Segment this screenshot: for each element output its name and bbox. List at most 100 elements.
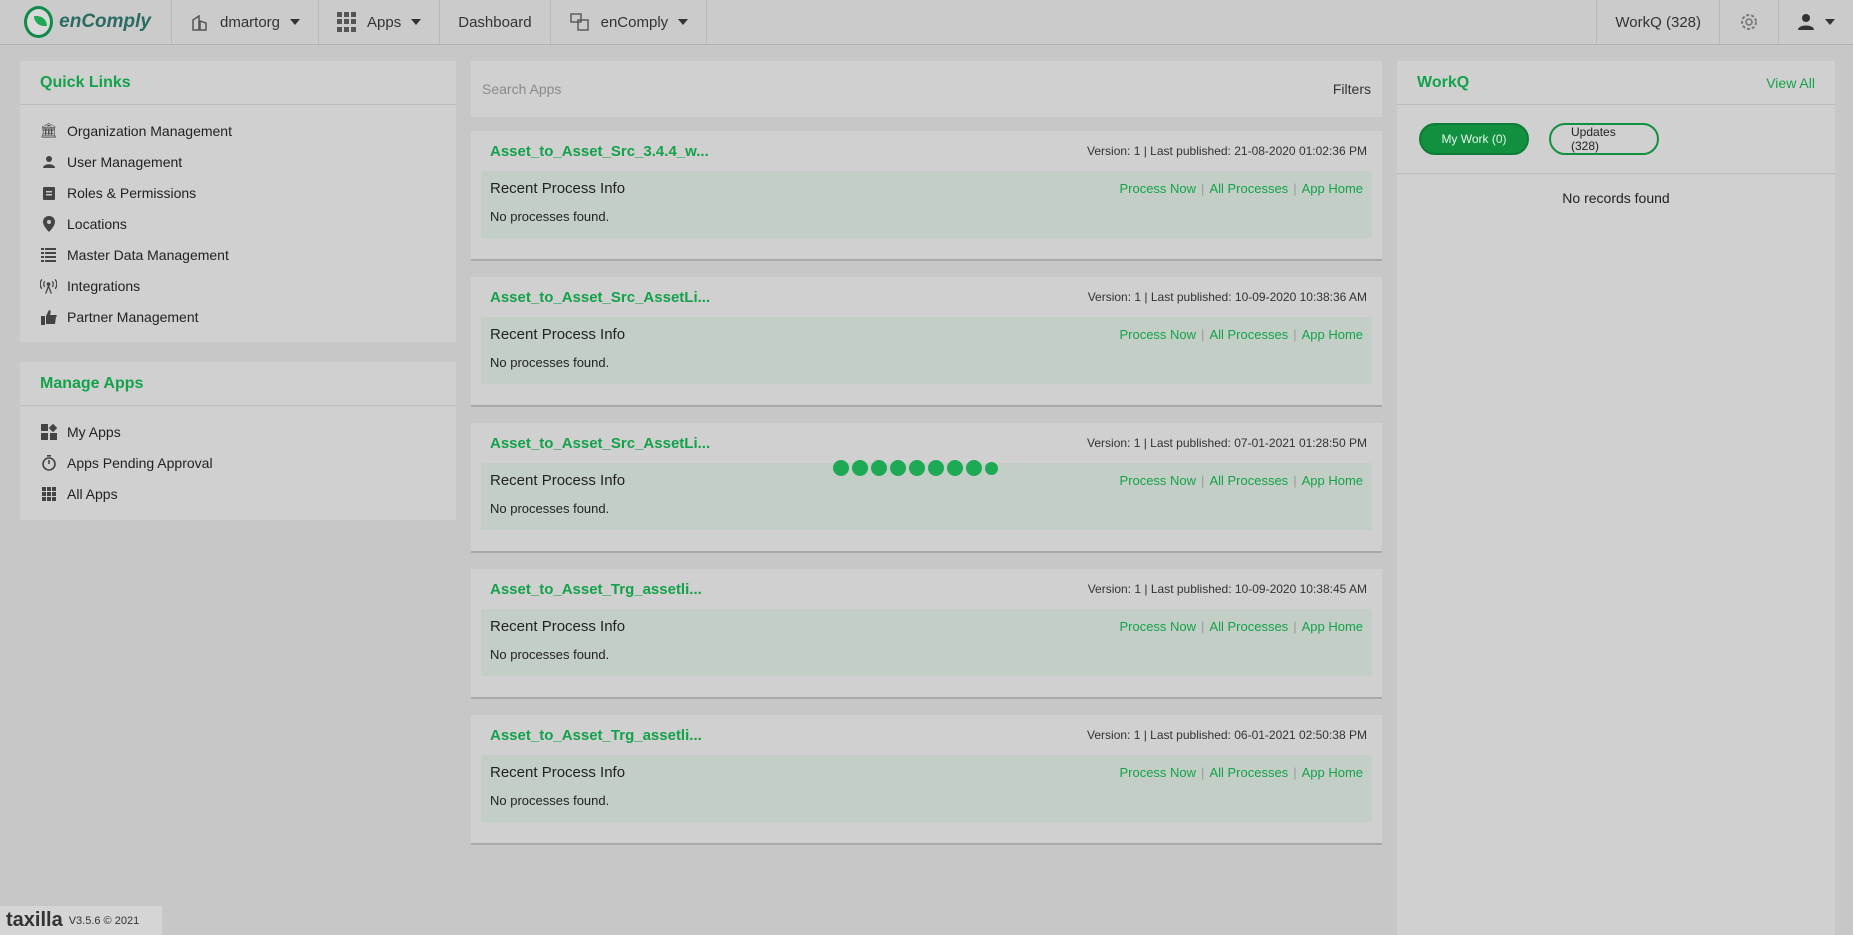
workq-link[interactable]: WorkQ (328): [1596, 0, 1719, 44]
app-card: Asset_to_Asset_Src_AssetLi... Version: 1…: [471, 277, 1382, 407]
manage-apps-label: Apps Pending Approval: [67, 454, 213, 471]
app-name-link[interactable]: Asset_to_Asset_Src_AssetLi...: [490, 435, 710, 452]
process-now-link[interactable]: Process Now: [1119, 181, 1196, 196]
manage-apps-my-apps[interactable]: My Apps: [20, 416, 456, 447]
loading-spinner: [833, 460, 998, 476]
no-processes-text: No processes found.: [490, 209, 610, 224]
top-navbar: enComply dmartorg Apps Dashboard enCompl…: [0, 0, 1853, 45]
apps-menu[interactable]: Apps: [319, 0, 441, 44]
recent-process-title: Recent Process Info: [490, 472, 626, 489]
settings-button[interactable]: [1719, 0, 1778, 44]
chevron-down-icon: [1825, 19, 1835, 25]
loading-dot: [985, 461, 998, 475]
footer: taxilla V3.5.6 © 2021: [0, 906, 162, 935]
quick-link-organization-management[interactable]: 🏛 Organization Management: [20, 115, 456, 146]
product-switcher[interactable]: enComply: [551, 0, 708, 44]
encomply-logo-icon: [24, 6, 54, 38]
app-home-link[interactable]: App Home: [1302, 619, 1363, 634]
filters-button[interactable]: Filters: [1333, 81, 1371, 97]
all-processes-link[interactable]: All Processes: [1209, 765, 1288, 780]
loading-dot: [833, 460, 849, 476]
separator: |: [1293, 765, 1297, 780]
manage-apps-label: My Apps: [67, 423, 121, 440]
manage-apps-all-apps[interactable]: All Apps: [20, 478, 456, 509]
loading-dot: [890, 460, 906, 476]
app-meta: Version: 1 | Last published: 07-01-2021 …: [1087, 436, 1367, 450]
app-name-link[interactable]: Asset_to_Asset_Src_3.4.4_w...: [490, 143, 709, 160]
all-processes-link[interactable]: All Processes: [1209, 327, 1288, 342]
dashboard-label: Dashboard: [458, 13, 532, 31]
app-home-link[interactable]: App Home: [1302, 327, 1363, 342]
taxilla-logo: taxilla: [6, 909, 63, 931]
loading-dot: [928, 460, 944, 476]
table-icon: [40, 246, 57, 263]
recent-process-title: Recent Process Info: [490, 764, 626, 781]
quick-link-locations[interactable]: Locations: [20, 208, 456, 239]
org-switcher[interactable]: dmartorg: [172, 0, 320, 44]
manage-apps-pending-approval[interactable]: Apps Pending Approval: [20, 447, 456, 478]
app-home-link[interactable]: App Home: [1302, 473, 1363, 488]
process-now-link[interactable]: Process Now: [1119, 619, 1196, 634]
quick-link-roles-permissions[interactable]: Roles & Permissions: [20, 177, 456, 208]
app-card: Asset_to_Asset_Src_AssetLi... Version: 1…: [471, 423, 1382, 553]
thumbs-up-icon: [40, 308, 57, 325]
brand-logo[interactable]: enComply: [0, 0, 172, 44]
quick-link-user-management[interactable]: User Management: [20, 146, 456, 177]
loading-dot: [852, 460, 868, 476]
version-text: V3.5.6 © 2021: [68, 914, 140, 927]
quick-link-label: Master Data Management: [67, 246, 229, 263]
process-now-link[interactable]: Process Now: [1119, 765, 1196, 780]
all-processes-link[interactable]: All Processes: [1209, 181, 1288, 196]
app-home-link[interactable]: App Home: [1302, 181, 1363, 196]
dashboard-link[interactable]: Dashboard: [440, 0, 551, 44]
quick-link-label: Roles & Permissions: [67, 184, 197, 201]
no-records-text: No records found: [1562, 190, 1670, 206]
chevron-down-icon: [411, 19, 422, 25]
quick-links-title: Quick Links: [40, 73, 131, 91]
app-home-link[interactable]: App Home: [1302, 765, 1363, 780]
workq-panel: WorkQ View All My Work (0) Updates (328)…: [1397, 61, 1835, 935]
all-processes-link[interactable]: All Processes: [1209, 473, 1288, 488]
search-apps-bar: Search Apps Filters: [471, 61, 1382, 117]
quick-link-integrations[interactable]: Integrations: [20, 270, 456, 301]
updates-tab[interactable]: Updates (328): [1549, 123, 1659, 155]
view-all-link[interactable]: View All: [1766, 75, 1815, 91]
quick-link-label: Locations: [67, 215, 127, 232]
apps-grid-icon: [337, 12, 357, 32]
loading-dot: [909, 460, 925, 476]
search-input[interactable]: Search Apps: [482, 81, 561, 97]
quick-link-label: Organization Management: [67, 122, 232, 139]
all-processes-link[interactable]: All Processes: [1209, 619, 1288, 634]
user-menu[interactable]: [1778, 0, 1853, 44]
app-card: Asset_to_Asset_Src_3.4.4_w... Version: 1…: [471, 131, 1382, 261]
manage-apps-title: Manage Apps: [40, 374, 144, 392]
app-name-link[interactable]: Asset_to_Asset_Trg_assetli...: [490, 581, 702, 598]
brand-name: enComply: [59, 11, 151, 32]
product-label: enComply: [600, 13, 669, 31]
separator: |: [1201, 327, 1205, 342]
quick-link-label: User Management: [67, 153, 183, 170]
separator: |: [1293, 327, 1297, 342]
quick-link-label: Integrations: [67, 277, 141, 294]
manage-apps-label: All Apps: [67, 485, 118, 502]
clipboard-icon: [40, 184, 57, 201]
app-card: Asset_to_Asset_Trg_assetli... Version: 1…: [471, 715, 1382, 845]
apps-menu-label: Apps: [367, 13, 402, 31]
process-now-link[interactable]: Process Now: [1119, 327, 1196, 342]
separator: |: [1293, 619, 1297, 634]
no-processes-text: No processes found.: [490, 647, 610, 662]
chevron-down-icon: [290, 19, 301, 25]
quick-links-panel: Quick Links 🏛 Organization Management Us…: [20, 61, 456, 342]
quick-link-master-data-management[interactable]: Master Data Management: [20, 239, 456, 270]
separator: |: [1293, 181, 1297, 196]
app-name-link[interactable]: Asset_to_Asset_Trg_assetli...: [490, 727, 702, 744]
quick-link-partner-management[interactable]: Partner Management: [20, 301, 456, 332]
process-now-link[interactable]: Process Now: [1119, 473, 1196, 488]
loading-dot: [871, 460, 887, 476]
my-work-tab[interactable]: My Work (0): [1419, 123, 1529, 155]
loading-dot: [966, 460, 982, 476]
switch-app-icon: [569, 13, 589, 31]
app-name-link[interactable]: Asset_to_Asset_Src_AssetLi...: [490, 289, 710, 306]
separator: |: [1201, 181, 1205, 196]
user-icon: [1798, 14, 1814, 30]
